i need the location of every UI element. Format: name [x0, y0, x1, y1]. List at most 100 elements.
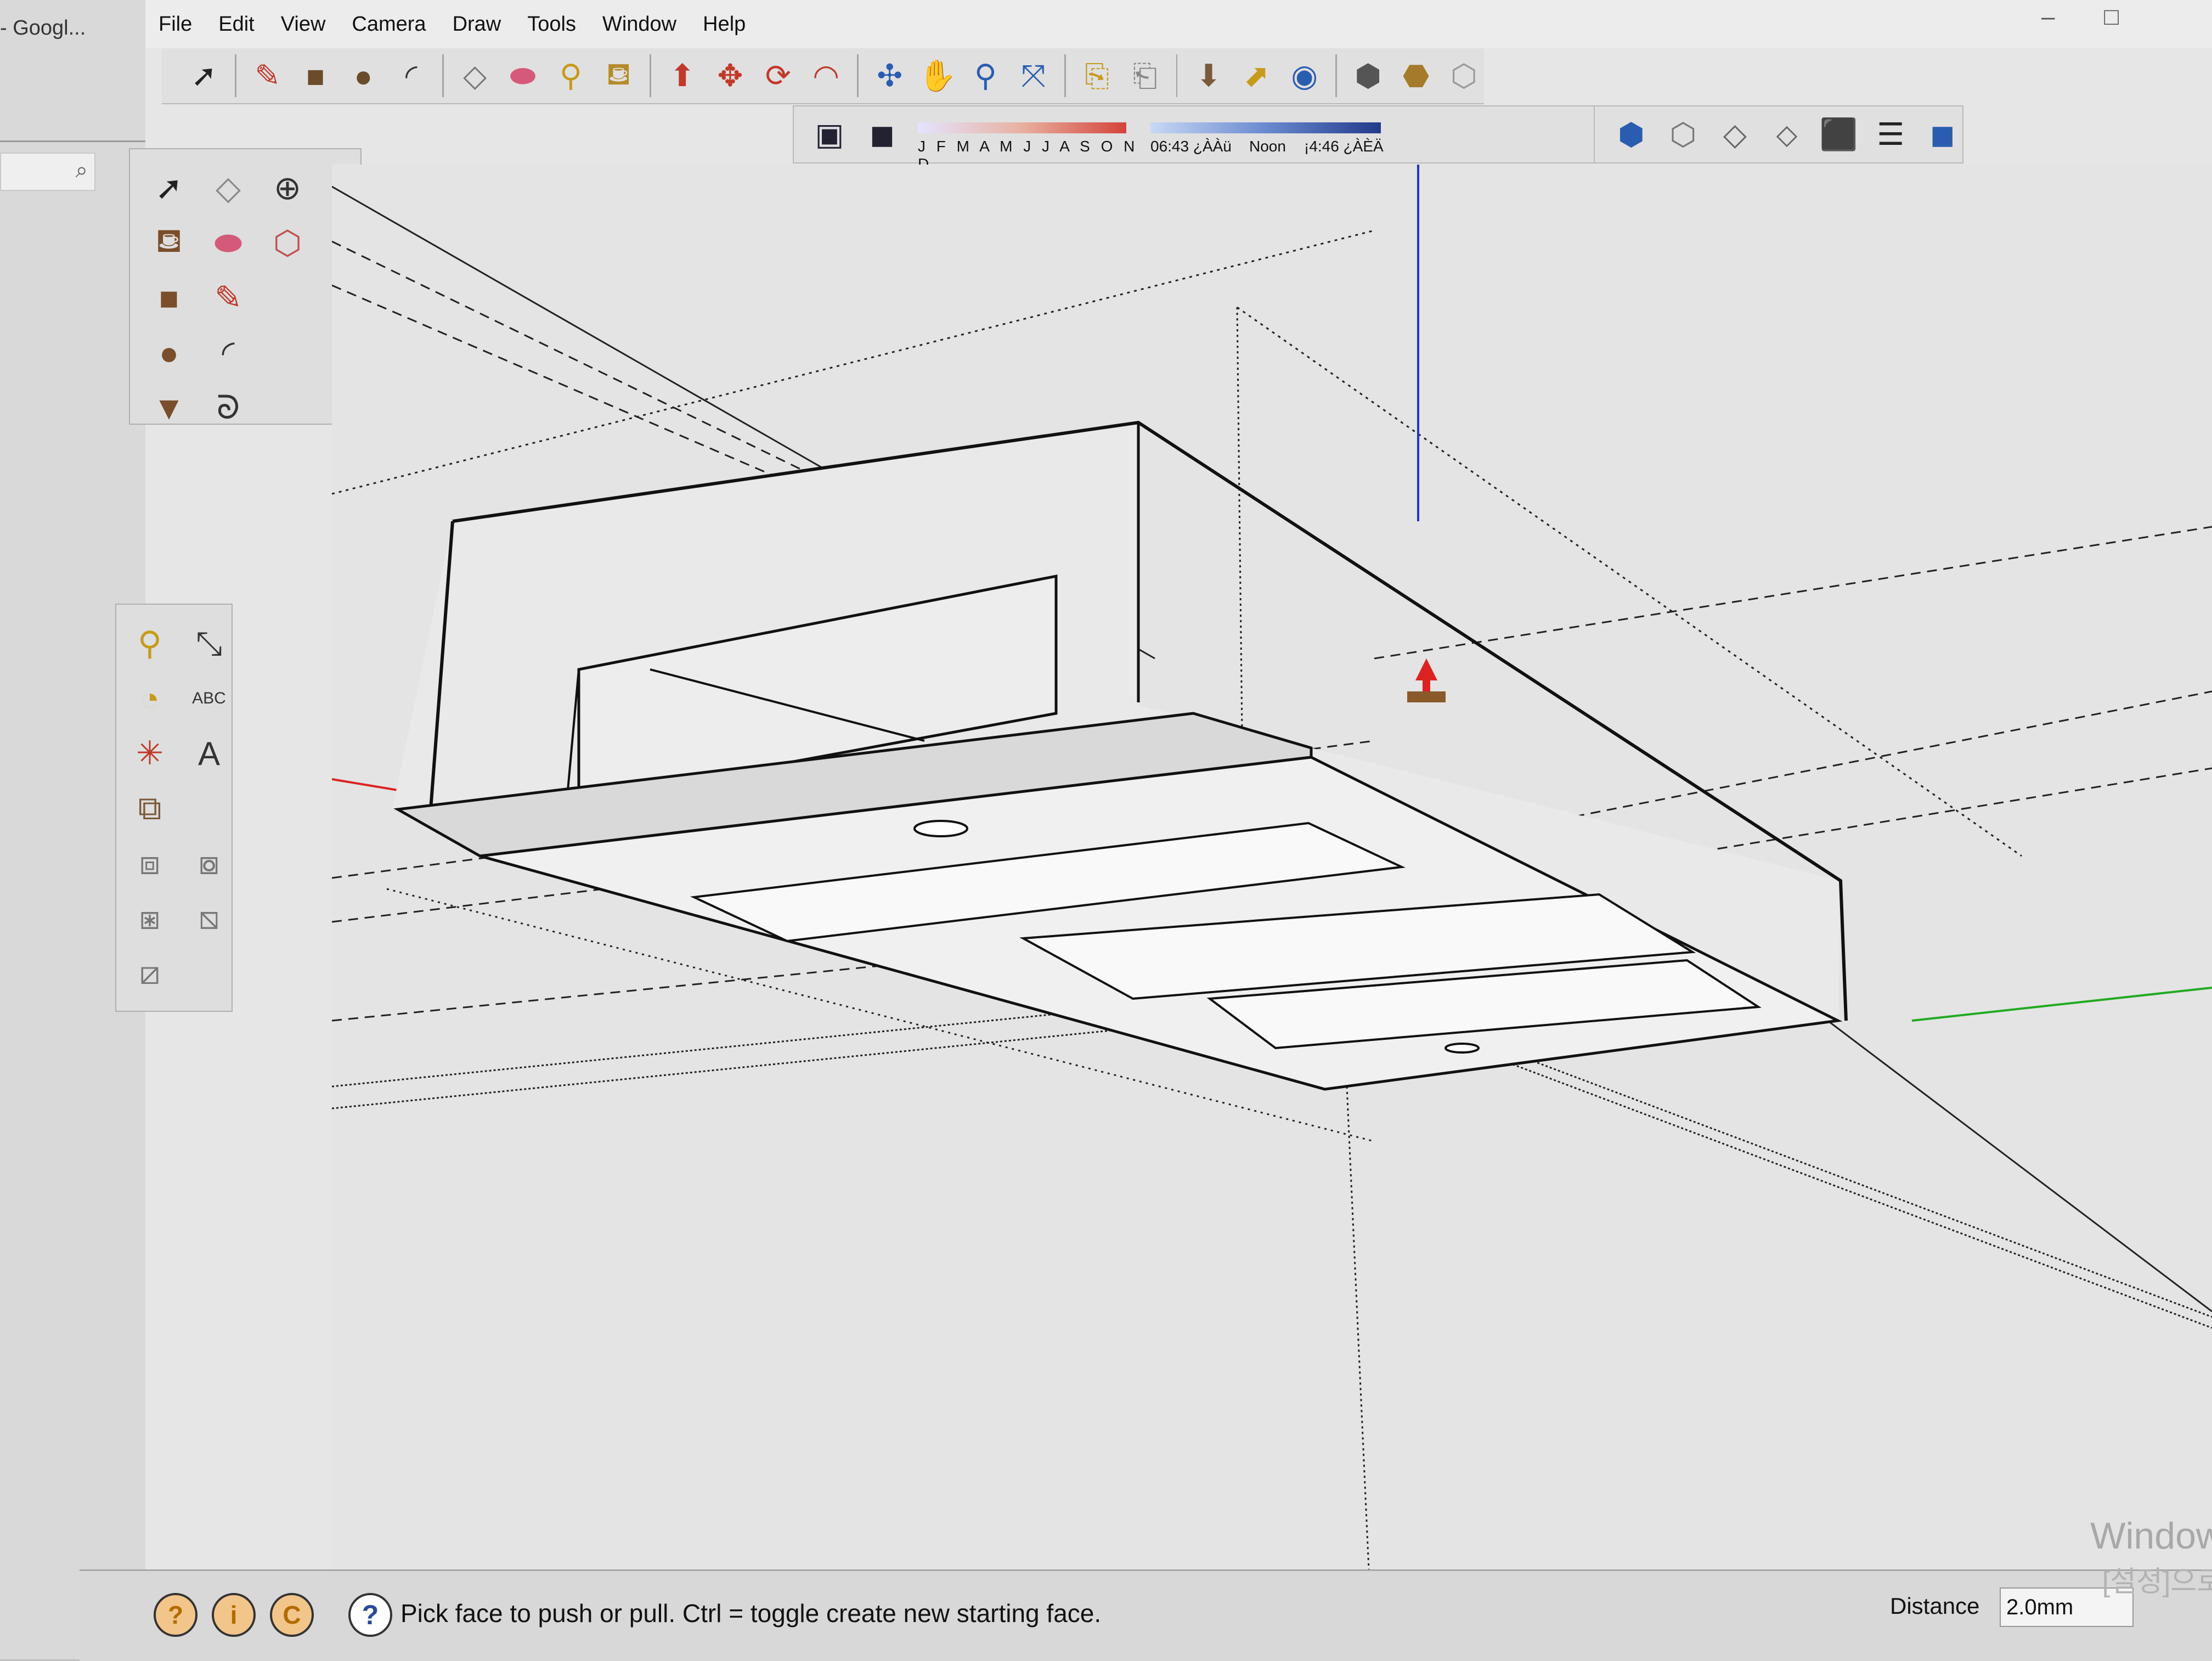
make-component-icon[interactable]: ◇	[202, 165, 254, 212]
orbit-tool-icon[interactable]: ✣	[870, 53, 910, 98]
arc-tool-icon[interactable]: ◜	[391, 53, 431, 98]
share-model-icon[interactable]: ⬈	[1237, 53, 1277, 98]
component-share-icon[interactable]: ⬣	[1396, 53, 1436, 98]
intersect-icon[interactable]: ⧇	[183, 840, 235, 887]
menu-draw[interactable]: Draw	[439, 13, 515, 36]
section-plane-icon[interactable]: ⬡	[262, 219, 313, 267]
rectangle-tool-icon[interactable]: ■	[143, 274, 195, 322]
guide-line	[1374, 526, 2212, 660]
pencil-line-tool-icon[interactable]: ✎	[247, 53, 287, 98]
layout-send-icon[interactable]: ⬡	[1444, 53, 1484, 98]
toolbar-separator	[235, 54, 237, 97]
union-icon[interactable]: ⧆	[124, 894, 176, 942]
dimension-tool-icon[interactable]: ⤡	[183, 620, 235, 667]
extension-warehouse-icon[interactable]: ◉	[1284, 53, 1324, 98]
select-tool-icon[interactable]: ➚	[143, 165, 195, 212]
text-tool-icon[interactable]: ABC	[183, 675, 235, 722]
arc-tool-icon[interactable]: ◜	[202, 329, 254, 376]
geo-location-icon[interactable]: ?	[154, 1593, 198, 1637]
toolbar-separator	[1064, 54, 1066, 97]
modeling-viewport[interactable]	[332, 165, 2212, 1569]
back-edges-style-icon[interactable]: ⬡	[1663, 112, 1703, 157]
time-noon-label: Noon	[1249, 138, 1286, 155]
model-drawing[interactable]	[332, 165, 2212, 1569]
menu-help[interactable]: Help	[690, 13, 759, 36]
browser-search-box[interactable]: ⌕	[0, 153, 95, 191]
zoom-tool-icon[interactable]: ⚲	[966, 53, 1006, 98]
display-shadows-icon[interactable]: ◼	[860, 112, 905, 157]
pencil-line-tool-icon[interactable]: ✎	[202, 274, 254, 322]
select-tool-icon[interactable]: ➚	[184, 53, 224, 98]
paint-bucket-icon[interactable]: ⛾	[143, 219, 195, 267]
tool-palette-lower: ⚲ ⤡ ◔ ABC ✳ A ⧉ ⧈ ⧇ ⧆ ⧅ ⧄	[115, 604, 233, 1012]
tape-measure-icon[interactable]: ⚲	[124, 620, 176, 667]
toolbar-separator	[650, 54, 652, 97]
make-component-icon[interactable]: ◇	[455, 53, 495, 98]
help-icon[interactable]: ?	[348, 1593, 392, 1637]
hidden-line-style-icon[interactable]: ⬦	[1767, 112, 1807, 157]
axes-tool-icon[interactable]: ✳	[124, 730, 176, 777]
protractor-tool-icon[interactable]: ◔	[124, 675, 176, 722]
move-tool-icon[interactable]: ✥	[710, 53, 750, 98]
menu-tools[interactable]: Tools	[514, 13, 589, 36]
rectangle-tool-icon[interactable]: ■	[295, 53, 335, 98]
pan-tool-icon[interactable]: ✋	[917, 53, 957, 98]
empty-slot	[183, 785, 235, 832]
get-models-icon[interactable]: ⬇	[1188, 53, 1228, 98]
maximize-icon[interactable]: □	[2104, 3, 2168, 30]
menu-edit[interactable]: Edit	[205, 13, 267, 36]
trim-icon[interactable]: ⧄	[124, 949, 176, 996]
browser-tab-title[interactable]: - Googl...	[0, 16, 86, 40]
status-message: Pick face to push or pull. Ctrl = toggle…	[400, 1599, 1102, 1628]
subtract-icon[interactable]: ⧅	[183, 894, 235, 942]
3d-text-tool-icon[interactable]: A	[183, 730, 235, 777]
shadow-toolbar: ▣ ◼ J F M A M J J A S O N D 06:43 ¿ÀÀü N…	[793, 105, 1609, 172]
menu-window[interactable]: Window	[589, 13, 690, 36]
rotate-tool-icon[interactable]: ⟳	[758, 53, 798, 98]
tape-measure-icon[interactable]: ⚲	[551, 53, 591, 98]
outer-shell-icon[interactable]: ⧈	[124, 840, 176, 887]
minimize-icon[interactable]: –	[2041, 3, 2104, 30]
toolbar-separator	[442, 54, 444, 97]
sketchup-window: File Edit View Camera Draw Tools Window …	[80, 0, 2212, 1661]
copyright-icon[interactable]: C	[270, 1593, 314, 1637]
credits-icon[interactable]: i	[212, 1593, 256, 1637]
eraser-tool-icon[interactable]: ⬬	[202, 219, 254, 267]
previous-view-icon[interactable]: ⎘	[1077, 53, 1117, 98]
time-slider[interactable]: 06:43 ¿ÀÀü Noon ¡4:46 ¿ÀÈÄ	[1150, 112, 1392, 156]
guide-line	[1236, 307, 1244, 780]
component-get-icon[interactable]: ⬢	[1348, 53, 1388, 98]
wireframe-style-icon[interactable]: ◇	[1715, 112, 1755, 157]
green-axis	[1911, 987, 2212, 1022]
guide-line	[1813, 1009, 2212, 1313]
orbit-tool-icon[interactable]: ⊕	[262, 165, 313, 212]
shadow-settings-icon[interactable]: ▣	[807, 112, 852, 157]
freehand-tool-icon[interactable]: ᘐ	[202, 384, 254, 431]
xray-style-icon[interactable]: ⬢	[1611, 112, 1651, 157]
next-view-icon[interactable]: ⎗	[1125, 53, 1165, 98]
push-pull-cursor	[1407, 658, 1446, 702]
circle-tool-icon[interactable]: ●	[343, 53, 383, 98]
month-slider[interactable]: J F M A M J J A S O N D	[912, 112, 1143, 172]
window-controls: –□	[2041, 3, 2168, 31]
offset-tool-icon[interactable]: ◠	[806, 53, 846, 98]
menu-view[interactable]: View	[268, 13, 339, 36]
guide-line	[332, 229, 1375, 495]
eraser-tool-icon[interactable]: ⬬	[503, 53, 543, 98]
zoom-extents-icon[interactable]: ⤧	[1013, 53, 1053, 98]
layers-icon[interactable]: ⧉	[124, 785, 176, 832]
monochrome-style-icon[interactable]: ◼	[1922, 112, 1962, 157]
month-slider-track[interactable]	[918, 122, 1126, 133]
shaded-style-icon[interactable]: ⬛	[1819, 112, 1859, 157]
circle-tool-icon[interactable]: ●	[143, 329, 195, 376]
search-icon[interactable]: ⌕	[76, 158, 88, 183]
shaded-textures-style-icon[interactable]: ☰	[1871, 112, 1911, 157]
guide-line	[1483, 1041, 2212, 1318]
paint-bucket-icon[interactable]: ⛾	[599, 53, 639, 98]
polygon-tool-icon[interactable]: ▼	[143, 384, 195, 431]
time-slider-track[interactable]	[1150, 122, 1381, 133]
status-icons: ? i C	[154, 1593, 314, 1637]
push-pull-tool-icon[interactable]: ⬆	[662, 53, 702, 98]
menu-file[interactable]: File	[145, 13, 205, 36]
menu-camera[interactable]: Camera	[338, 13, 439, 36]
